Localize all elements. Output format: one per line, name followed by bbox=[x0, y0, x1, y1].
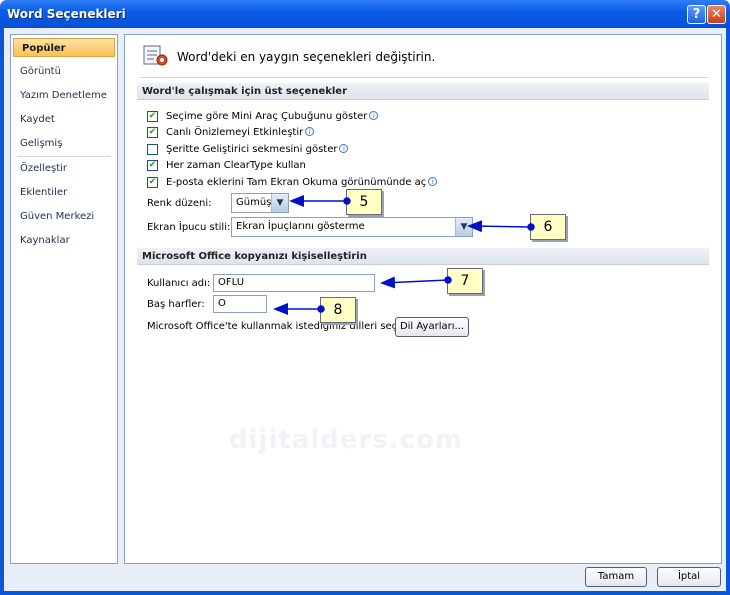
checkbox-label: E-posta eklerini Tam Ekran Okuma görünüm… bbox=[166, 177, 427, 188]
checkbox-live-preview[interactable]: ✔ bbox=[147, 127, 158, 138]
section-header-personalize: Microsoft Office kopyanızı kişiselleştir… bbox=[137, 248, 709, 265]
info-icon: i bbox=[369, 111, 379, 120]
close-button[interactable]: ✕ bbox=[707, 5, 726, 24]
color-scheme-value: Gümüş bbox=[236, 197, 272, 208]
checkbox-label: Canlı Önizlemeyi Etkinleştir bbox=[166, 127, 304, 138]
header-divider bbox=[139, 77, 709, 78]
color-scheme-label: Renk düzeni: bbox=[147, 198, 212, 209]
sidebar-item-goruntu[interactable]: Görüntü bbox=[11, 62, 117, 81]
sidebar-item-gelismis[interactable]: Gelişmiş bbox=[11, 134, 117, 153]
sidebar-divider bbox=[17, 156, 111, 157]
username-input[interactable]: OFLU bbox=[213, 274, 375, 292]
help-button[interactable]: ? bbox=[687, 5, 706, 24]
sidebar-item-eklentiler[interactable]: Eklentiler bbox=[11, 183, 117, 202]
checkbox-mini-toolbar[interactable]: ✔ bbox=[147, 111, 158, 122]
language-text: Microsoft Office'te kullanmak istediğini… bbox=[147, 321, 410, 332]
initials-input[interactable]: O bbox=[213, 295, 267, 313]
callout-6: 6 bbox=[530, 214, 566, 240]
callout-5: 5 bbox=[346, 189, 382, 215]
tooltip-style-label: Ekran İpucu stili: bbox=[147, 222, 231, 233]
sidebar-item-kaydet[interactable]: Kaydet bbox=[11, 110, 117, 129]
info-icon: i bbox=[339, 144, 349, 153]
sidebar: Popüler Görüntü Yazım Denetleme Kaydet G… bbox=[10, 34, 118, 564]
callout-8: 8 bbox=[320, 297, 356, 323]
dialog-window: Word Seçenekleri ? ✕ Popüler Görüntü Yaz… bbox=[0, 0, 730, 595]
section-header-top-options: Word'le çalışmak için üst seçenekler bbox=[137, 83, 709, 100]
window-title: Word Seçenekleri bbox=[7, 7, 126, 21]
tooltip-style-value: Ekran İpuçlarını gösterme bbox=[236, 221, 365, 232]
username-value: OFLU bbox=[218, 277, 245, 288]
checkbox-label: Şeritte Geliştirici sekmesini göster bbox=[166, 144, 338, 155]
options-panel: Word'deki en yaygın seçenekleri değiştir… bbox=[124, 34, 722, 564]
language-settings-button[interactable]: Dil Ayarları... bbox=[395, 317, 469, 337]
chevron-down-icon[interactable]: ▼ bbox=[271, 194, 288, 212]
info-icon: i bbox=[305, 127, 315, 136]
chevron-down-icon[interactable]: ▼ bbox=[455, 218, 472, 236]
tooltip-style-select[interactable]: Ekran İpuçlarını gösterme ▼ bbox=[231, 217, 473, 237]
options-settings-icon bbox=[143, 45, 168, 66]
checkbox-cleartype[interactable]: ✔ bbox=[147, 160, 158, 171]
info-icon: i bbox=[428, 177, 438, 186]
cancel-button[interactable]: İptal bbox=[657, 567, 721, 587]
color-scheme-select[interactable]: Gümüş ▼ bbox=[231, 193, 289, 213]
checkbox-label: Her zaman ClearType kullan bbox=[166, 160, 306, 171]
checkbox-developer-tab[interactable] bbox=[147, 144, 158, 155]
sidebar-item-ozellestir[interactable]: Özelleştir bbox=[11, 159, 117, 178]
sidebar-item-populer[interactable]: Popüler bbox=[13, 38, 115, 57]
panel-header-text: Word'deki en yaygın seçenekleri değiştir… bbox=[177, 50, 436, 64]
title-bar[interactable]: Word Seçenekleri ? ✕ bbox=[0, 0, 730, 28]
initials-value: O bbox=[218, 298, 226, 309]
sidebar-item-kaynaklar[interactable]: Kaynaklar bbox=[11, 231, 117, 250]
watermark: dijitalders.com bbox=[229, 425, 464, 455]
ok-button[interactable]: Tamam bbox=[585, 567, 647, 587]
sidebar-item-guven-merkezi[interactable]: Güven Merkezi bbox=[11, 207, 117, 226]
checkbox-email-reading[interactable]: ✔ bbox=[147, 177, 158, 188]
checkbox-label: Seçime göre Mini Araç Çubuğunu göster bbox=[166, 111, 368, 122]
username-label: Kullanıcı adı: bbox=[147, 278, 211, 289]
initials-label: Baş harfler: bbox=[147, 299, 205, 310]
callout-7: 7 bbox=[447, 268, 483, 294]
sidebar-item-yazim-denetleme[interactable]: Yazım Denetleme bbox=[11, 86, 117, 105]
